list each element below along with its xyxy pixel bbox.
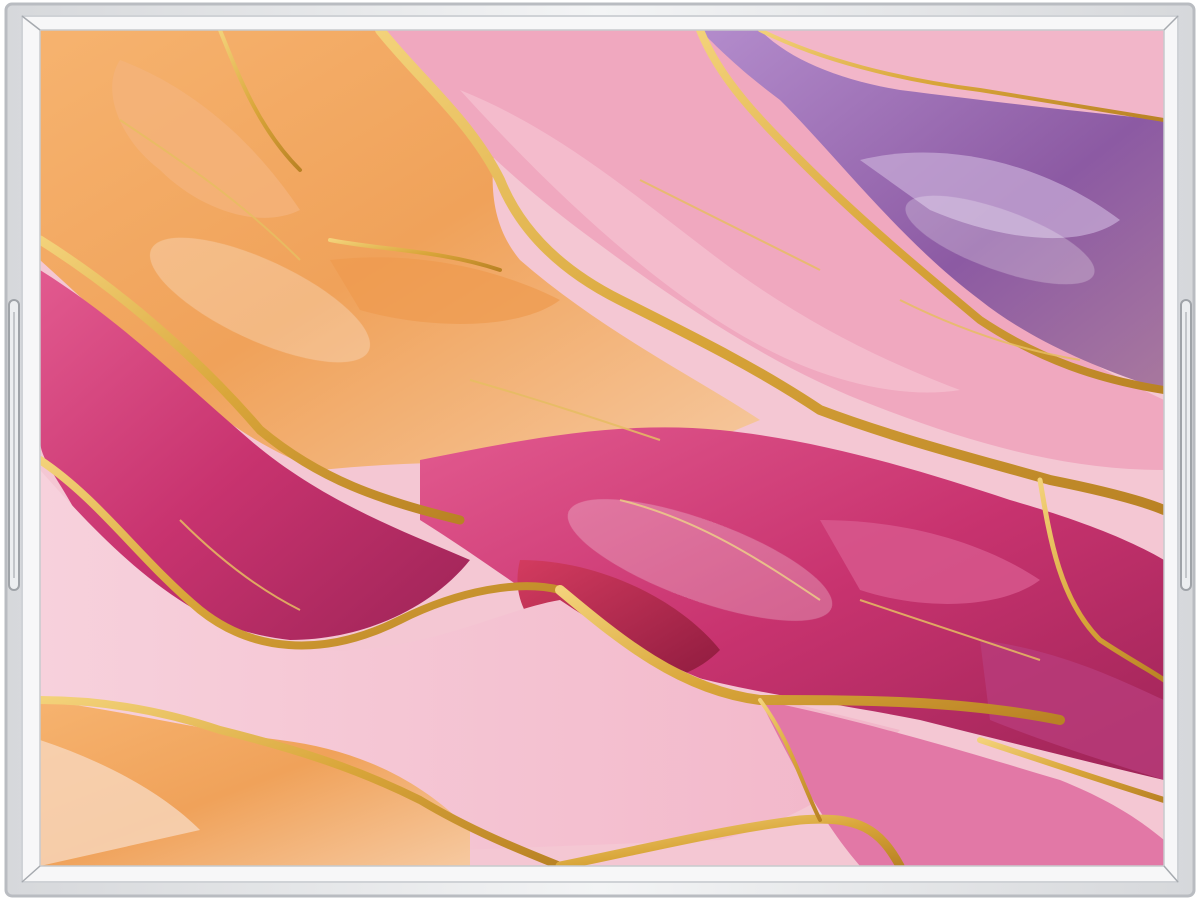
- product-photo: [0, 0, 1200, 900]
- tray-icon: [4, 2, 1196, 898]
- marble-artwork: [40, 30, 1164, 866]
- left-handle-icon: [8, 299, 20, 591]
- right-handle-icon: [1180, 299, 1192, 591]
